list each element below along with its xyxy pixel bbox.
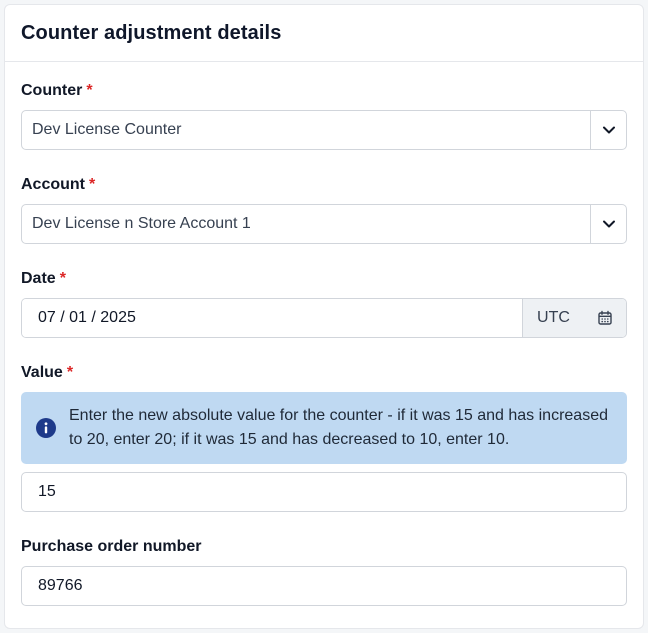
account-select[interactable]: Dev License n Store Account 1 bbox=[21, 204, 627, 244]
counter-label-text: Counter bbox=[21, 82, 83, 99]
value-label-text: Value bbox=[21, 364, 63, 381]
form-body: Counter * Dev License Counter Account * De… bbox=[5, 82, 643, 606]
counter-label: Counter * bbox=[21, 82, 627, 100]
date-picker-button[interactable] bbox=[584, 299, 626, 337]
value-hint-callout: Enter the new absolute value for the cou… bbox=[21, 392, 627, 464]
counter-adjustment-card: Counter adjustment details Counter * Dev … bbox=[4, 4, 644, 629]
account-select-value: Dev License n Store Account 1 bbox=[32, 215, 251, 232]
timezone-label: UTC bbox=[522, 299, 584, 337]
value-field: Value * Enter the new absolute value for … bbox=[21, 364, 627, 512]
purchase-order-label: Purchase order number bbox=[21, 538, 202, 555]
required-marker: * bbox=[89, 176, 96, 193]
counter-field: Counter * Dev License Counter bbox=[21, 82, 627, 150]
required-marker: * bbox=[66, 364, 74, 381]
date-label-text: Date bbox=[21, 270, 56, 287]
chevron-down-icon bbox=[602, 220, 615, 228]
value-input[interactable]: 15 bbox=[21, 472, 627, 512]
card-title: Counter adjustment details bbox=[21, 21, 282, 44]
account-label-text: Account bbox=[21, 176, 85, 193]
required-marker: * bbox=[86, 82, 93, 99]
purchase-order-input[interactable]: 89766 bbox=[21, 566, 627, 606]
date-label: Date * bbox=[21, 270, 627, 288]
info-icon bbox=[36, 418, 56, 438]
date-field: Date * 07 / 01 / 2025 UTC bbox=[21, 270, 627, 338]
date-input[interactable]: 07 / 01 / 2025 bbox=[22, 299, 522, 337]
value-label: Value * bbox=[21, 364, 627, 382]
required-marker: * bbox=[59, 270, 66, 287]
calendar-icon bbox=[598, 310, 612, 325]
account-dropdown-toggle[interactable] bbox=[590, 205, 626, 243]
purchase-order-field: Purchase order number 89766 bbox=[21, 538, 627, 606]
counter-select-value: Dev License Counter bbox=[32, 121, 182, 138]
counter-dropdown-toggle[interactable] bbox=[590, 111, 626, 149]
account-field: Account * Dev License n Store Account 1 bbox=[21, 176, 627, 244]
value-hint-text: Enter the new absolute value for the cou… bbox=[69, 407, 608, 448]
account-label: Account * bbox=[21, 176, 627, 194]
date-input-group: 07 / 01 / 2025 UTC bbox=[21, 298, 627, 338]
counter-select[interactable]: Dev License Counter bbox=[21, 110, 627, 150]
card-header: Counter adjustment details bbox=[5, 5, 643, 62]
chevron-down-icon bbox=[602, 126, 615, 134]
